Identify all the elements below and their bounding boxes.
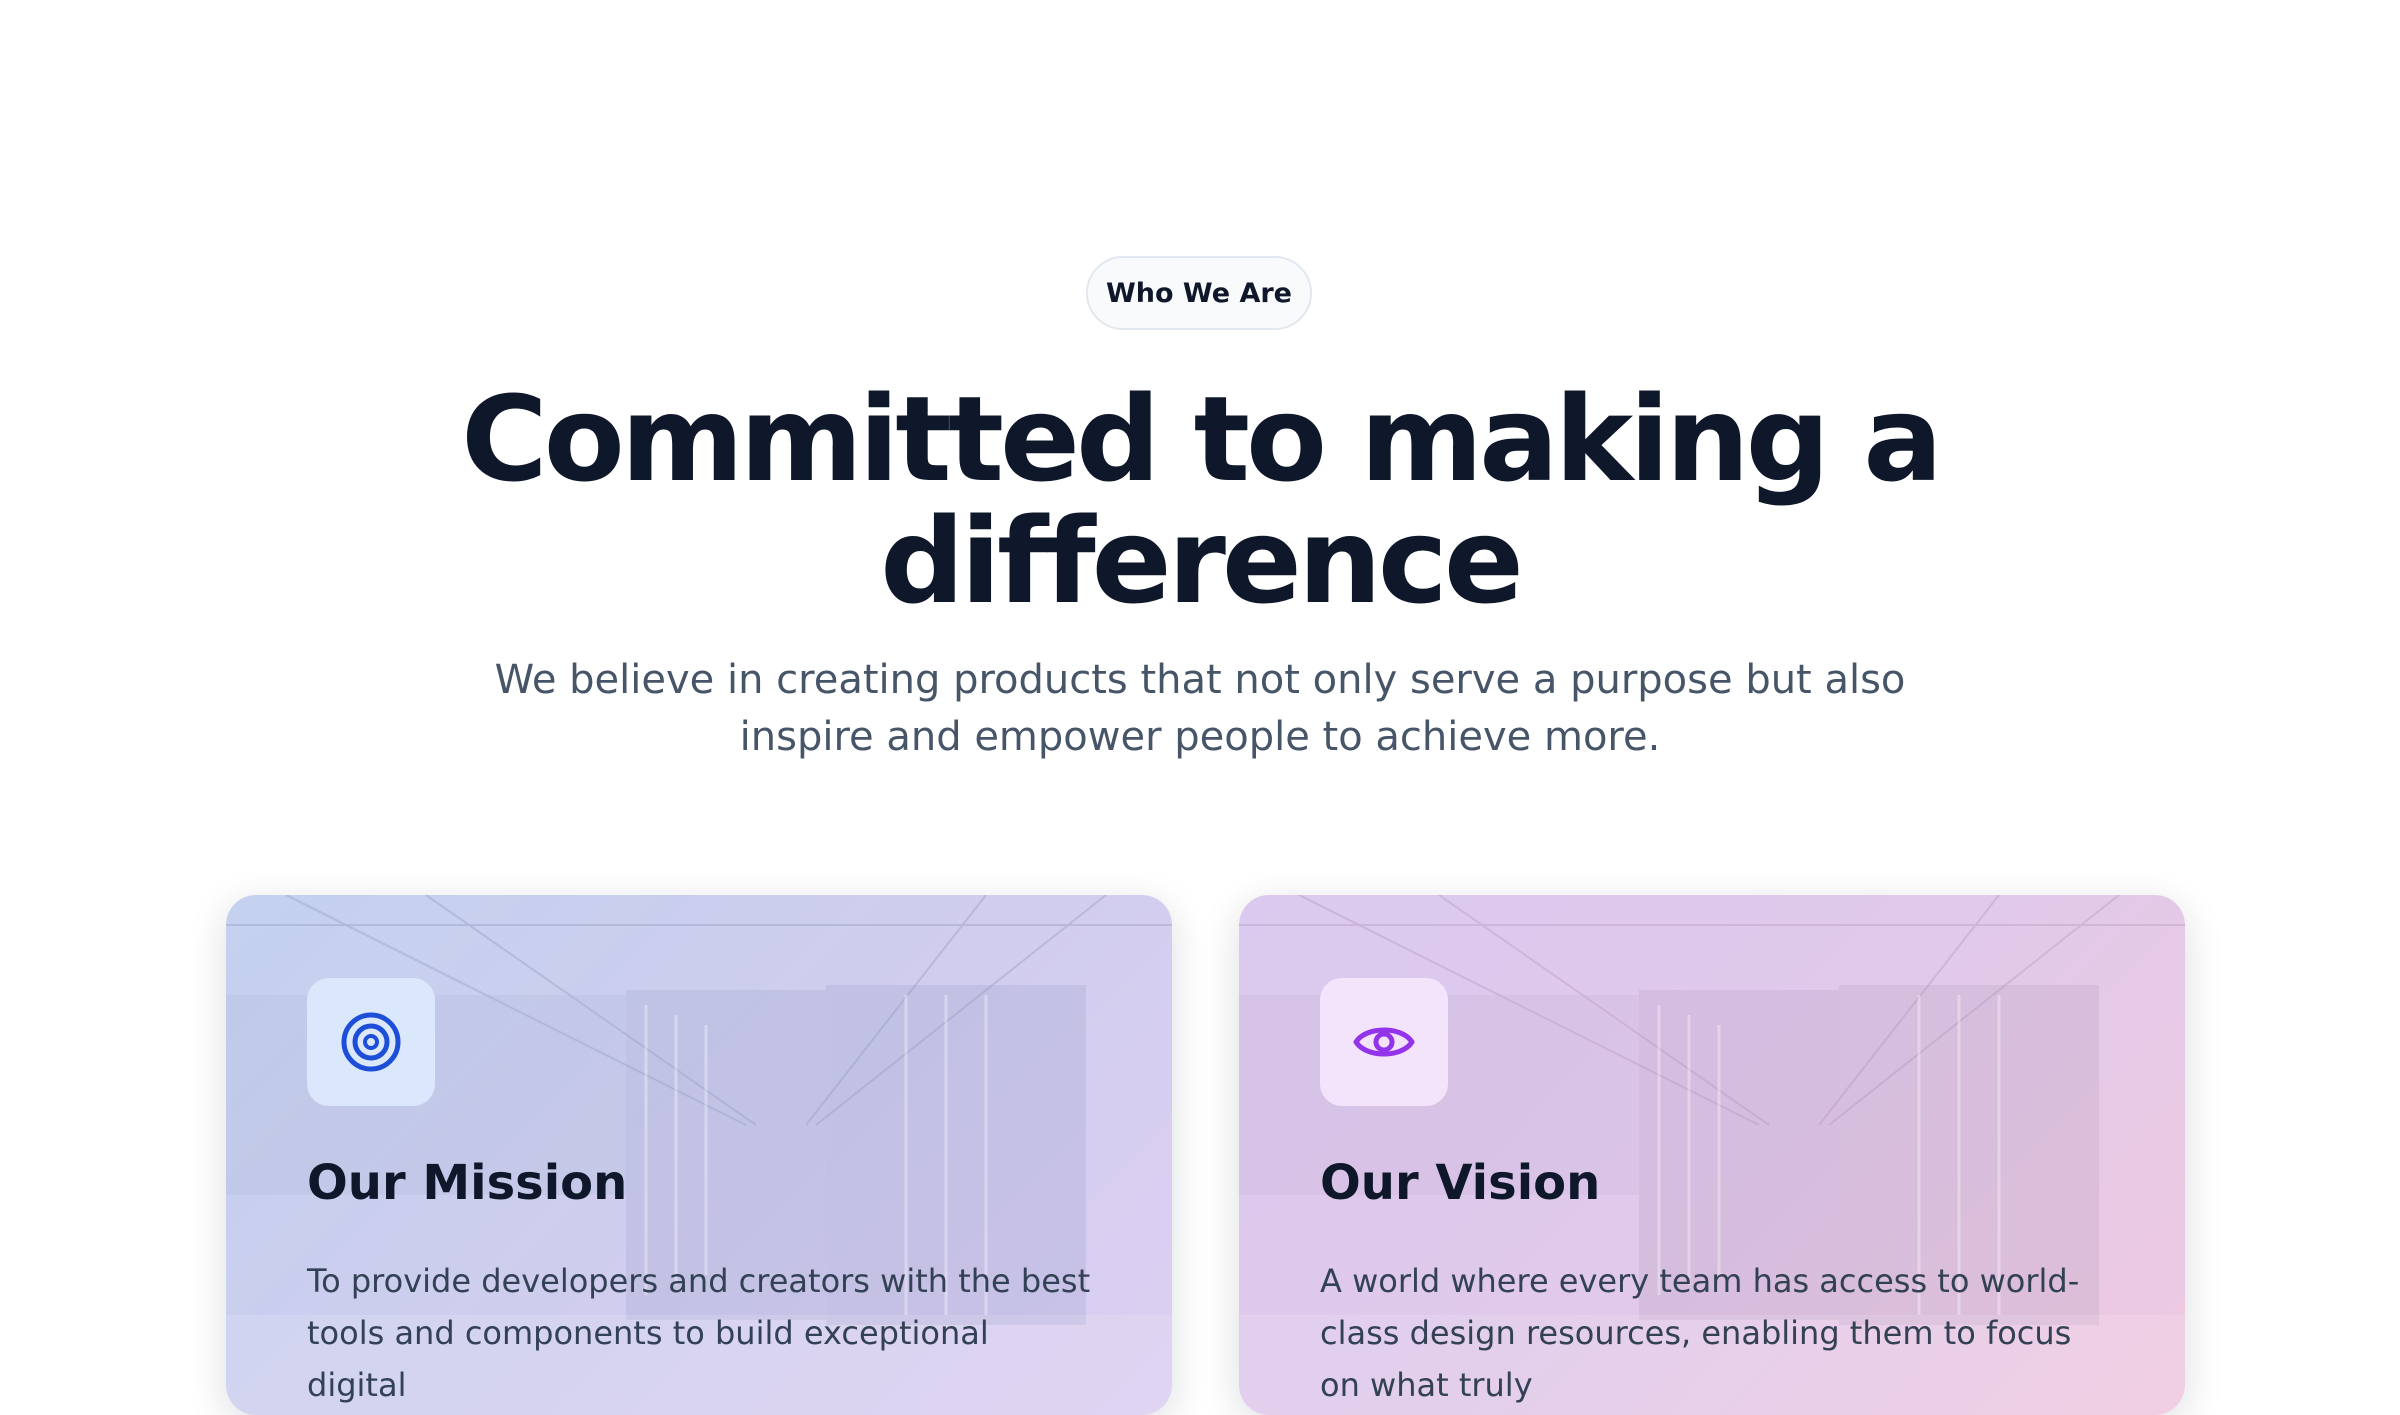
section-headline: Committed to making a difference — [461, 370, 1943, 630]
mission-card: Our Mission To provide developers and cr… — [226, 895, 1172, 1415]
vision-title: Our Vision — [1320, 1155, 1601, 1211]
vision-text: A world where every team has access to w… — [1320, 1262, 2080, 1404]
mission-title: Our Mission — [307, 1155, 628, 1211]
section-subtitle: We believe in creating products that not… — [494, 657, 1906, 760]
target-icon — [341, 1012, 401, 1072]
vision-card: Our Vision A world where every team has … — [1239, 895, 2185, 1415]
eye-icon — [1353, 1027, 1415, 1057]
section-badge-label: Who We Are — [1105, 277, 1292, 309]
section-badge: Who We Are — [1086, 256, 1312, 330]
about-section: Who We Are Committed to making a differe… — [0, 0, 2400, 1415]
mission-icon-tile — [307, 978, 435, 1106]
vision-icon-tile — [1320, 978, 1448, 1106]
mission-text: To provide developers and creators with … — [307, 1262, 1091, 1404]
